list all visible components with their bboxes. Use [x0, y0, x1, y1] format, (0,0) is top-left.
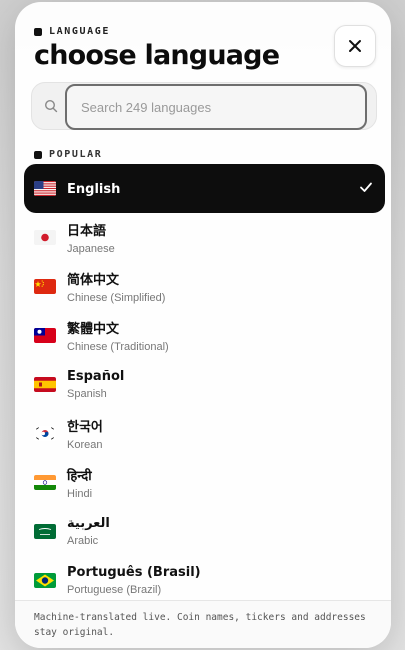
modal-kicker: LANGUAGE — [34, 26, 110, 37]
language-native-name: العربية — [67, 516, 110, 531]
sa-flag-icon — [34, 524, 56, 539]
language-native-name: 简体中文 — [67, 273, 120, 288]
section-label: POPULAR — [49, 149, 103, 160]
us-flag-icon — [34, 181, 56, 196]
checkmark-icon — [360, 182, 372, 192]
language-option-chinese-simplified[interactable]: 简体中文 Chinese (Simplified) — [24, 262, 385, 311]
in-flag-icon — [34, 475, 56, 490]
language-english-name: Arabic — [67, 535, 99, 547]
language-option-english[interactable]: English — [24, 164, 385, 213]
search-bar — [31, 82, 377, 130]
language-option-korean[interactable]: 한국어 Korean — [24, 409, 385, 458]
es-flag-icon — [34, 377, 56, 392]
modal-title: choose language — [34, 40, 280, 71]
kicker-label: LANGUAGE — [49, 26, 110, 37]
br-flag-icon — [34, 573, 56, 588]
language-native-name: 繁體中文 — [67, 322, 120, 337]
language-english-name: Spanish — [67, 388, 107, 400]
language-native-name: 日本語 — [67, 224, 107, 239]
kr-flag-icon — [34, 426, 56, 441]
search-input[interactable] — [65, 84, 367, 130]
language-native-name: Português (Brasil) — [67, 565, 201, 580]
language-list: English 日本語 Japanese 简体中文 Chinese (Simpl… — [24, 164, 385, 605]
language-option-chinese-traditional[interactable]: 繁體中文 Chinese (Traditional) — [24, 311, 385, 360]
language-english-name: Korean — [67, 439, 103, 451]
section-header-popular: POPULAR — [34, 149, 102, 160]
language-native-name: 한국어 — [67, 420, 103, 435]
language-native-name: Español — [67, 369, 125, 384]
footer-note: Machine-translated live. Coin names, tic… — [15, 600, 391, 648]
language-english-name: Portuguese (Brazil) — [67, 584, 162, 596]
square-bullet-icon — [34, 150, 42, 159]
language-modal: LANGUAGE choose language POPULAR — [15, 2, 391, 648]
close-icon — [349, 40, 361, 52]
jp-flag-icon — [34, 230, 56, 245]
search-icon — [44, 99, 58, 113]
language-option-portuguese-brazil[interactable]: Português (Brasil) Portuguese (Brazil) — [24, 556, 385, 605]
language-option-arabic[interactable]: العربية Arabic — [24, 507, 385, 556]
tw-flag-icon — [34, 328, 56, 343]
cn-flag-icon — [34, 279, 56, 294]
language-english-name: Japanese — [67, 243, 115, 255]
language-english-name: Chinese (Traditional) — [67, 341, 169, 353]
language-native-name: हिन्दी — [67, 468, 92, 484]
close-button[interactable] — [334, 25, 376, 67]
language-english-name: Chinese (Simplified) — [67, 292, 166, 304]
square-bullet-icon — [34, 27, 42, 36]
language-english-name: Hindi — [67, 487, 93, 500]
language-option-spanish[interactable]: Español Spanish — [24, 360, 385, 409]
language-option-japanese[interactable]: 日本語 Japanese — [24, 213, 385, 262]
language-native-name: English — [67, 182, 121, 197]
language-option-hindi[interactable]: हिन्दी Hindi — [24, 458, 385, 507]
